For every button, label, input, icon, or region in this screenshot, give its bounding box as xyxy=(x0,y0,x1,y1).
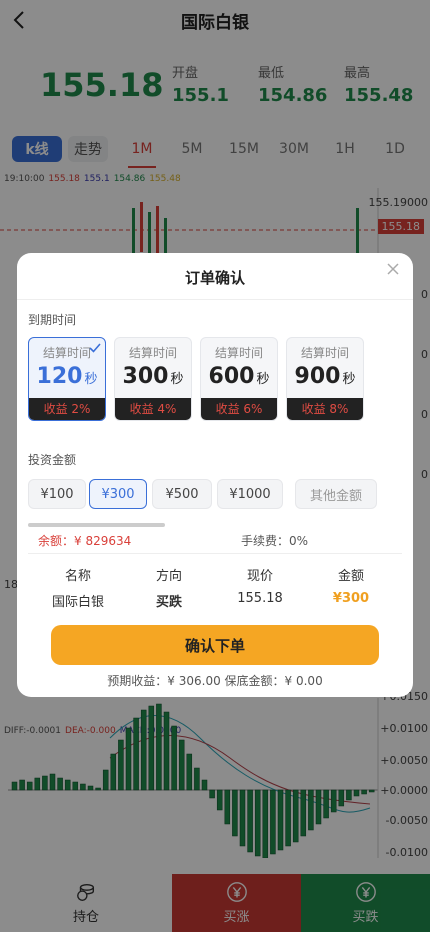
amount-scrollbar[interactable] xyxy=(28,523,165,527)
info-header-price: 现价 xyxy=(246,569,273,584)
info-value-price: 155.18 xyxy=(237,591,283,606)
time-option-profit: 收益 6% xyxy=(201,398,277,420)
time-option-profit: 收益 2% xyxy=(29,398,105,420)
time-option-number: 300 xyxy=(122,364,169,389)
modal-title: 订单确认 xyxy=(184,269,245,287)
confirm-order-button[interactable]: 确认下单 xyxy=(51,625,379,665)
modal-divider xyxy=(17,299,413,300)
amount-1000-button[interactable]: ¥1000 xyxy=(217,479,283,509)
order-confirm-modal: 订单确认 到期时间 结算时间 120 秒 收益 2% 结算时间 300 秒 收益 4… xyxy=(17,253,413,697)
time-option-caption: 结算时间 xyxy=(128,346,177,360)
time-option-120[interactable]: 结算时间 120 秒 收益 2% xyxy=(28,337,106,421)
invest-label: 投资金额 xyxy=(28,453,77,467)
amount-300-button[interactable]: ¥300 xyxy=(89,479,147,509)
time-option-caption: 结算时间 xyxy=(214,346,263,360)
time-option-number: 900 xyxy=(294,364,341,389)
balance-text: 余额：¥ 829634 xyxy=(38,534,132,548)
time-option-value: 900 秒 xyxy=(287,364,363,389)
time-option-600[interactable]: 结算时间 600 秒 收益 6% xyxy=(200,337,278,421)
check-icon xyxy=(89,343,101,353)
other-amount-button[interactable]: 其他金额 xyxy=(295,479,377,509)
amount-100-button[interactable]: ¥100 xyxy=(28,479,86,509)
info-header-direction: 方向 xyxy=(155,569,182,584)
time-option-value: 120 秒 xyxy=(29,364,105,389)
expected-profit-text: 预期收益：¥ 306.00 保底金额：¥ 0.00 xyxy=(107,674,323,688)
time-option-unit: 秒 xyxy=(84,372,98,387)
time-option-unit: 秒 xyxy=(256,372,270,387)
fee-text: 手续费：0% xyxy=(241,534,309,548)
time-option-unit: 秒 xyxy=(342,372,356,387)
time-option-value: 300 秒 xyxy=(115,364,191,389)
time-option-300[interactable]: 结算时间 300 秒 收益 4% xyxy=(114,337,192,421)
time-option-value: 600 秒 xyxy=(201,364,277,389)
time-option-unit: 秒 xyxy=(170,372,184,387)
expiry-label: 到期时间 xyxy=(28,313,77,327)
info-header-name: 名称 xyxy=(64,569,91,584)
info-divider xyxy=(28,553,402,554)
info-header-amount: 金额 xyxy=(337,569,364,584)
close-icon[interactable] xyxy=(385,261,401,277)
time-option-number: 120 xyxy=(36,364,83,389)
time-option-caption: 结算时间 xyxy=(300,346,349,360)
time-option-900[interactable]: 结算时间 900 秒 收益 8% xyxy=(286,337,364,421)
time-option-profit: 收益 8% xyxy=(287,398,363,420)
info-value-name: 国际白银 xyxy=(51,595,104,610)
time-option-profit: 收益 4% xyxy=(115,398,191,420)
time-option-number: 600 xyxy=(208,364,255,389)
info-value-amount: ¥300 xyxy=(332,591,370,606)
info-value-direction: 买跌 xyxy=(155,595,182,610)
amount-500-button[interactable]: ¥500 xyxy=(152,479,212,509)
